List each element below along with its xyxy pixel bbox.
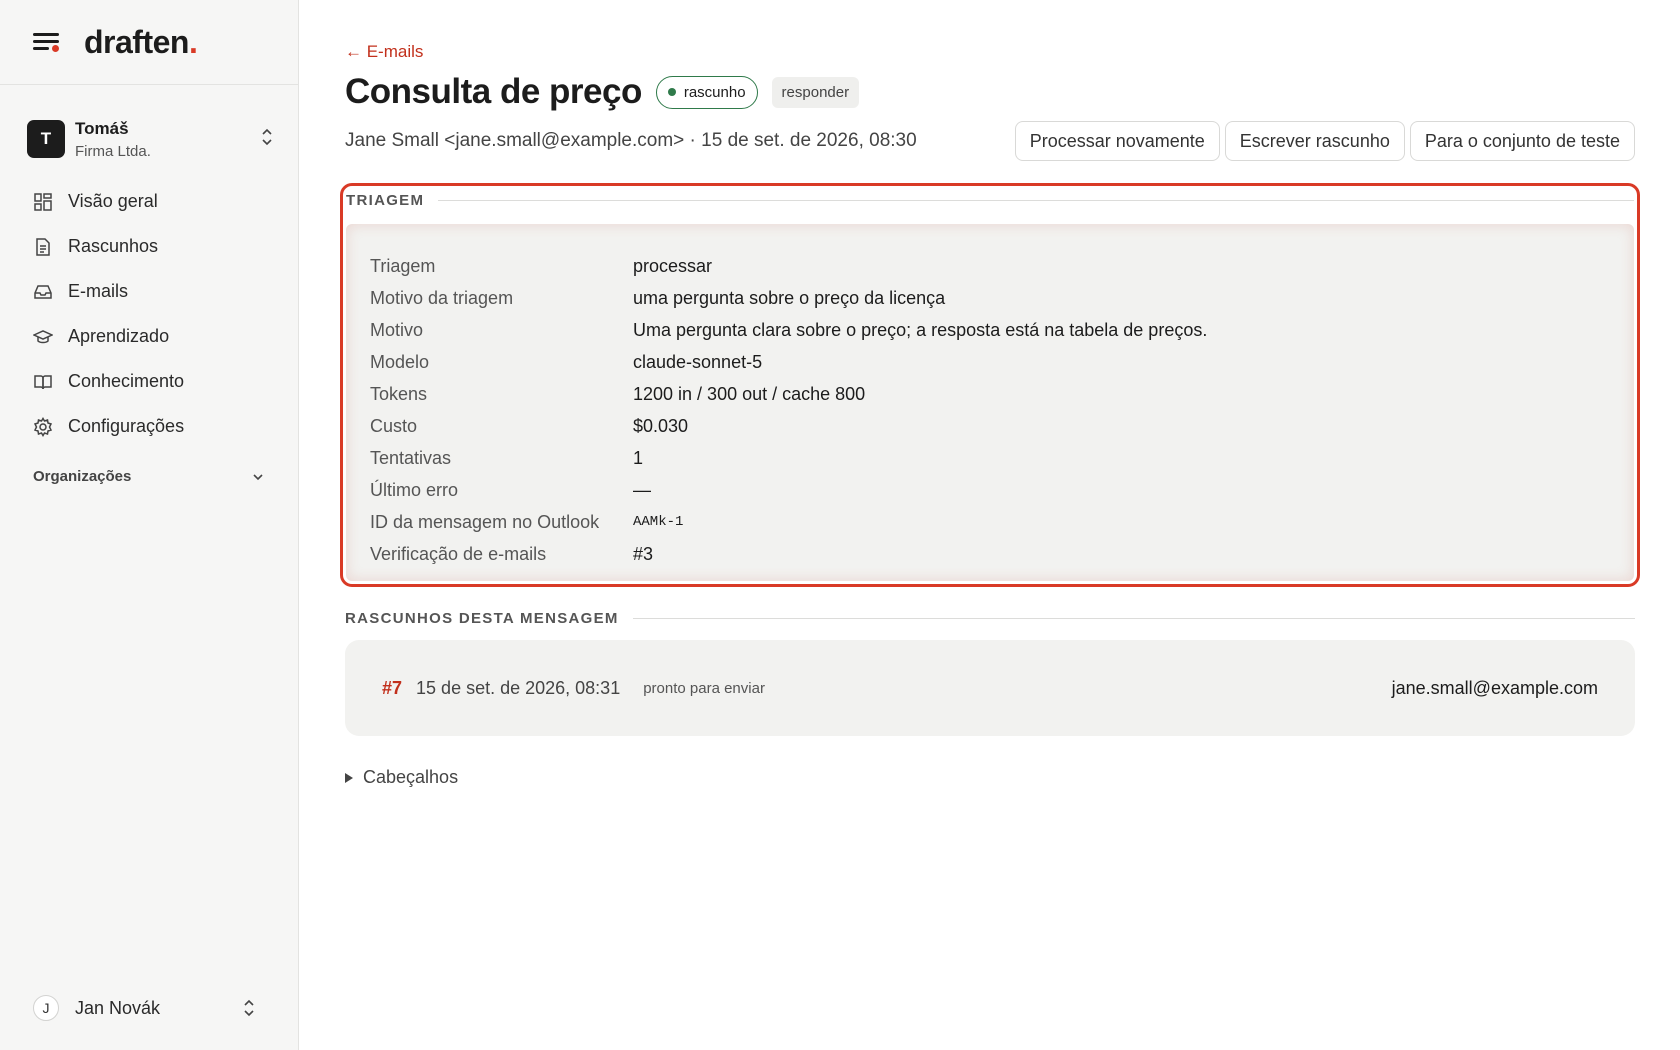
status-badge: rascunho xyxy=(655,75,758,109)
sidebar-nav: Visão geral Rascunhos E-mails Aprendizad… xyxy=(22,179,280,449)
divider xyxy=(632,618,1635,619)
sidebar-item-label: Conhecimento xyxy=(68,371,185,391)
draft-row[interactable]: #7 15 de set. de 2026, 08:31 pronto para… xyxy=(345,640,1635,736)
triage-row: Motivo Uma pergunta clara sobre o preço; … xyxy=(370,314,1610,346)
sidebar-item-knowledge[interactable]: Conhecimento xyxy=(22,359,280,404)
draft-date: 15 de set. de 2026, 08:31 xyxy=(416,677,621,698)
triage-row: ID da mensagem no Outlook AAMk-1 xyxy=(370,506,1610,538)
triage-value: #3 xyxy=(633,543,654,564)
section-label: RASCUNHOS DESTA MENSAGEM xyxy=(345,610,619,627)
sidebar-item-learning[interactable]: Aprendizado xyxy=(22,314,280,359)
triage-row: Tentativas 1 xyxy=(370,442,1610,474)
book-icon xyxy=(34,374,52,389)
triage-card: Triagem processar Motivo da triagem uma pe… xyxy=(346,224,1634,581)
reprocess-button[interactable]: Processar novamente xyxy=(1014,121,1220,161)
triage-row: Tokens 1200 in / 300 out / cache 800 xyxy=(370,378,1610,410)
divider xyxy=(438,200,1634,201)
triage-value: 1200 in / 300 out / cache 800 xyxy=(633,383,866,404)
sidebar-item-drafts[interactable]: Rascunhos xyxy=(22,224,280,269)
triage-value: claude-sonnet-5 xyxy=(633,351,763,372)
sidebar-item-label: Visão geral xyxy=(68,191,158,211)
back-link[interactable]: ← E-mails xyxy=(345,42,423,62)
sidebar-item-label: E-mails xyxy=(68,281,129,301)
triage-value: AAMk-1 xyxy=(633,514,684,530)
triage-key: Custo xyxy=(370,415,418,436)
graduation-cap-icon xyxy=(33,329,53,343)
draft-status: pronto para enviar xyxy=(643,679,765,697)
sidebar-item-settings[interactable]: Configurações xyxy=(22,404,280,449)
triage-value: $0.030 xyxy=(633,415,689,436)
title-row: Consulta de preço rascunho responder xyxy=(345,72,860,112)
headers-toggle[interactable]: Cabeçalhos xyxy=(345,767,458,788)
logo: draften. xyxy=(84,23,198,60)
sidebar-item-label: Rascunhos xyxy=(68,236,159,256)
org-avatar: T xyxy=(27,120,65,158)
action-buttons: Processar novamente Escrever rascunho Pa… xyxy=(1014,121,1635,161)
sidebar-item-overview[interactable]: Visão geral xyxy=(22,179,280,224)
triage-row: Triagem processar xyxy=(370,250,1610,282)
action-badge: responder xyxy=(771,76,860,108)
grid-icon xyxy=(34,192,52,211)
status-badge-label: rascunho xyxy=(683,83,746,101)
to-test-set-button[interactable]: Para o conjunto de teste xyxy=(1409,121,1635,161)
menu-icon[interactable] xyxy=(33,31,61,53)
triage-key: Motivo da triagem xyxy=(370,287,514,308)
triage-key: ID da mensagem no Outlook xyxy=(370,511,600,532)
chevron-down-icon xyxy=(253,473,263,480)
triage-key: Triagem xyxy=(370,255,436,276)
triage-row: Último erro — xyxy=(370,474,1610,506)
triage-key: Verificação de e-mails xyxy=(370,543,547,564)
chevron-up-down-icon xyxy=(244,999,254,1017)
triage-key: Modelo xyxy=(370,351,430,372)
gear-icon xyxy=(33,416,53,437)
sidebar-item-label: Aprendizado xyxy=(68,326,170,346)
brand-header: draften. xyxy=(0,0,298,85)
user-menu[interactable]: J Jan Novák xyxy=(33,993,265,1023)
inbox-icon xyxy=(34,284,52,299)
triage-key: Último erro xyxy=(370,479,459,500)
triage-value: uma pergunta sobre o preço da licença xyxy=(633,287,946,308)
triage-value: 1 xyxy=(633,447,644,468)
triage-value: Uma pergunta clara sobre o preço; a resp… xyxy=(633,319,1208,340)
org-subtitle: Firma Ltda. xyxy=(75,142,151,160)
triage-key: Tentativas xyxy=(370,447,452,468)
section-label: TRIAGEM xyxy=(346,192,425,209)
triage-header: TRIAGEM xyxy=(346,192,1634,209)
avatar: J xyxy=(33,995,59,1021)
triage-row: Modelo claude-sonnet-5 xyxy=(370,346,1610,378)
draft-recipient: jane.small@example.com xyxy=(1391,677,1598,698)
organizations-toggle[interactable]: Organizações xyxy=(33,468,265,485)
page-title: Consulta de preço xyxy=(345,72,642,111)
triage-key: Motivo xyxy=(370,319,424,340)
triage-key: Tokens xyxy=(370,383,428,404)
status-dot-icon xyxy=(667,88,676,96)
user-name: Jan Novák xyxy=(75,997,161,1018)
message-meta: Jane Small <jane.small@example.com> · 15… xyxy=(345,130,917,151)
caret-right-icon xyxy=(345,772,353,783)
write-draft-button[interactable]: Escrever rascunho xyxy=(1224,121,1405,161)
triage-section: TRIAGEM Triagem processar Motivo da triag… xyxy=(340,183,1640,587)
triage-value: processar xyxy=(633,255,713,276)
sidebar-item-emails[interactable]: E-mails xyxy=(22,269,280,314)
sidebar-item-label: Configurações xyxy=(68,416,185,436)
triage-row: Verificação de e-mails #3 xyxy=(370,538,1610,570)
headers-toggle-label: Cabeçalhos xyxy=(363,767,459,787)
org-switcher[interactable]: T Tomáš Firma Ltda. xyxy=(27,114,275,164)
document-icon xyxy=(36,237,50,256)
triage-row: Motivo da triagem uma pergunta sobre o pr… xyxy=(370,282,1610,314)
chevron-up-down-icon xyxy=(262,128,272,146)
draft-number-link[interactable]: #7 xyxy=(382,678,402,699)
org-name: Tomáš xyxy=(75,118,129,138)
triage-row: Custo $0.030 xyxy=(370,410,1610,442)
organizations-label: Organizações xyxy=(33,468,132,485)
drafts-header: RASCUNHOS DESTA MENSAGEM xyxy=(345,610,1635,627)
triage-value: — xyxy=(633,479,651,500)
sidebar: draften. T Tomáš Firma Ltda. Visão geral… xyxy=(0,0,299,1050)
